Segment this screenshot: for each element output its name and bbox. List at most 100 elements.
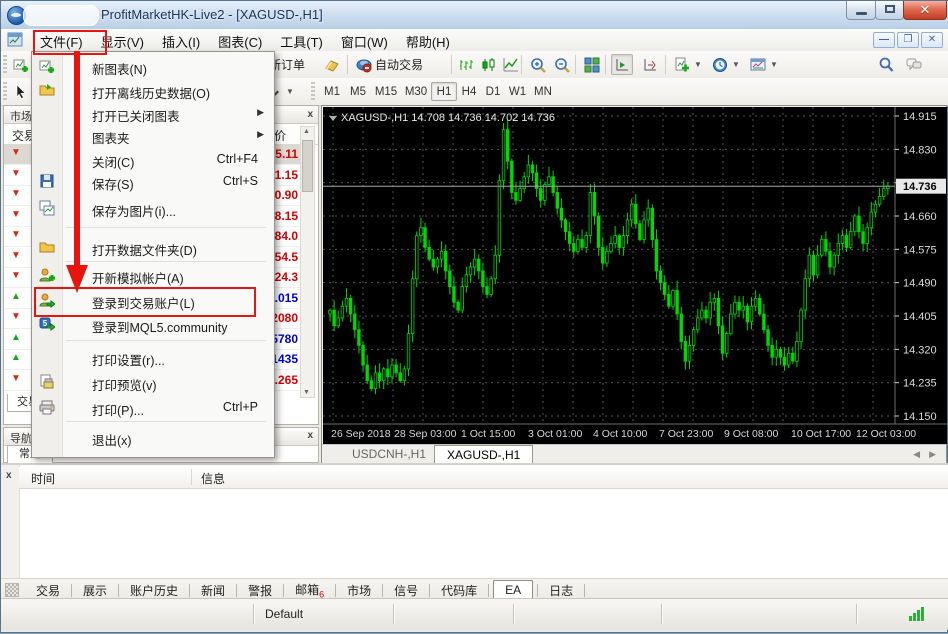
price-chart[interactable]: 14.91514.83014.74514.66014.57514.49014.4… xyxy=(323,107,947,449)
svg-text:9 Oct 08:00: 9 Oct 08:00 xyxy=(724,428,778,440)
auto-trading-button[interactable]: 自动交易 xyxy=(353,54,426,75)
templates-button[interactable]: ▼ xyxy=(747,54,781,75)
print-preview-icon xyxy=(39,374,55,390)
svg-text:14.490: 14.490 xyxy=(903,278,937,290)
zoom-in-icon[interactable] xyxy=(527,54,549,75)
terminal-tab-ea-active[interactable]: EA xyxy=(493,580,533,600)
arrow-up-icon: ▲ xyxy=(11,332,21,343)
zoom-out-icon[interactable] xyxy=(551,54,573,75)
svg-text:XAGUSD-,H1 14.708 14.736 14.70: XAGUSD-,H1 14.708 14.736 14.702 14.736 xyxy=(341,112,555,124)
market-watch-close-icon[interactable]: x xyxy=(307,109,313,120)
svg-text:1 Oct 15:00: 1 Oct 15:00 xyxy=(461,428,515,440)
folder-open-icon xyxy=(39,82,55,98)
svg-text:10 Oct 17:00: 10 Oct 17:00 xyxy=(791,428,851,440)
periods-button[interactable]: ▼ xyxy=(709,54,743,75)
chart-tab-xagusd[interactable]: XAGUSD-,H1 xyxy=(434,445,533,463)
print-icon xyxy=(39,399,55,415)
timeframe-w1[interactable]: W1 xyxy=(505,82,530,101)
market-watch-scrollbar[interactable]: ▲ ▼ xyxy=(300,126,315,398)
svg-text:12 Oct 03:00: 12 Oct 03:00 xyxy=(856,428,916,440)
arrow-down-icon: ▼ xyxy=(11,311,21,322)
bid-price: 1435 xyxy=(271,352,298,366)
chat-icon[interactable] xyxy=(903,54,925,75)
file-menu-item-13[interactable]: 打印(P)...Ctrl+P xyxy=(32,396,274,419)
title-bar: ProfitMarketHK-Live2 - [XAGUSD-,H1] ✕ xyxy=(1,1,948,30)
status-bar: Default xyxy=(1,598,948,630)
svg-text:14.830: 14.830 xyxy=(903,144,937,156)
folder-icon xyxy=(39,239,55,255)
arrow-down-icon: ▼ xyxy=(11,373,21,384)
svg-text:3 Oct 01:00: 3 Oct 01:00 xyxy=(528,428,582,440)
terminal-panel: x 时间 信息 交易展示账户历史新闻警报邮箱6市场信号代码库EA日志 xyxy=(1,463,948,598)
timeframe-m15[interactable]: M15 xyxy=(371,82,401,101)
arrow-down-icon: ▼ xyxy=(11,188,21,199)
svg-text:14.575: 14.575 xyxy=(903,244,937,256)
arrow-down-icon: ▼ xyxy=(11,209,21,220)
quick-launch-area xyxy=(23,5,99,26)
window-frame-bottom xyxy=(1,629,948,634)
svg-text:14.320: 14.320 xyxy=(903,344,937,356)
arrow-up-icon: ▲ xyxy=(11,291,21,302)
connection-status-icon xyxy=(909,607,927,621)
child-minimize-button[interactable]: — xyxy=(873,32,895,48)
chart-window-icon xyxy=(7,32,24,48)
timeframe-h1[interactable]: H1 xyxy=(431,82,457,101)
svg-text:26 Sep 2018: 26 Sep 2018 xyxy=(331,428,391,440)
arrow-down-icon: ▼ xyxy=(11,229,21,240)
chart-shift-icon[interactable] xyxy=(611,54,633,75)
search-icon[interactable] xyxy=(875,54,897,75)
svg-text:28 Sep 03:00: 28 Sep 03:00 xyxy=(394,428,457,440)
message-column-header[interactable]: 信息 xyxy=(201,470,225,487)
new-chart-icon xyxy=(39,58,55,74)
minimize-button[interactable] xyxy=(846,1,876,20)
submenu-arrow-icon: ▶ xyxy=(257,107,264,118)
candlestick-chart-icon[interactable] xyxy=(478,54,500,75)
tile-windows-icon[interactable] xyxy=(581,54,603,75)
file-menu-item-14[interactable]: 退出(x) xyxy=(32,426,274,449)
timeframe-mn[interactable]: MN xyxy=(530,82,556,101)
save-icon xyxy=(39,173,55,189)
timeframe-m1[interactable]: M1 xyxy=(319,82,345,101)
annotation-arrow xyxy=(59,51,99,296)
maximize-button[interactable] xyxy=(875,1,904,20)
navigator-close-icon[interactable]: x xyxy=(307,430,313,441)
time-column-header[interactable]: 时间 xyxy=(31,470,55,487)
arrow-down-icon: ▼ xyxy=(11,270,21,281)
timeframe-h4[interactable]: H4 xyxy=(457,82,481,101)
svg-text:14.915: 14.915 xyxy=(903,111,937,123)
svg-text:14.405: 14.405 xyxy=(903,311,937,323)
history-center-icon[interactable] xyxy=(321,54,343,75)
file-menu-item-11[interactable]: 打印设置(r)... xyxy=(32,346,274,369)
chart-tabs-scroll-right-icon[interactable]: ▶ xyxy=(929,449,936,460)
svg-text:14.660: 14.660 xyxy=(903,211,937,223)
window-title: ProfitMarketHK-Live2 - [XAGUSD-,H1] xyxy=(101,7,323,22)
arrow-up-icon: ▲ xyxy=(11,352,21,363)
close-button[interactable]: ✕ xyxy=(903,1,947,20)
chart-tab-usdcnh[interactable]: USDCNH-,H1 xyxy=(340,445,438,463)
arrow-down-icon: ▼ xyxy=(11,168,21,179)
profiles-icon[interactable] xyxy=(10,54,32,75)
chart-autoscroll-icon[interactable] xyxy=(639,54,661,75)
svg-text:7 Oct 23:00: 7 Oct 23:00 xyxy=(659,428,713,440)
terminal-close-icon[interactable]: x xyxy=(6,470,12,481)
timeframe-d1[interactable]: D1 xyxy=(481,82,505,101)
terminal-grip-icon xyxy=(5,583,19,597)
application-window: ProfitMarketHK-Live2 - [XAGUSD-,H1] ✕ 文件… xyxy=(0,0,948,633)
line-chart-icon[interactable] xyxy=(500,54,522,75)
timeframe-m5[interactable]: M5 xyxy=(345,82,371,101)
arrow-down-icon: ▼ xyxy=(11,250,21,261)
child-restore-button[interactable]: ❐ xyxy=(897,32,919,48)
profile-selector[interactable]: Default xyxy=(265,607,303,621)
mql5-icon: 5 xyxy=(39,316,55,332)
file-menu-item-12[interactable]: 打印预览(v) xyxy=(32,371,274,394)
menu-bar: 文件(F)显示(V)插入(I)图表(C)工具(T)窗口(W)帮助(H) — ❐ … xyxy=(1,29,948,52)
bar-chart-icon[interactable] xyxy=(456,54,478,75)
submenu-arrow-icon: ▶ xyxy=(257,129,264,140)
chart-tab-bar: ◀ ▶ USDCNH-,H1XAGUSD-,H1 xyxy=(322,444,946,464)
chart-window: 14.91514.83014.74514.66014.57514.49014.4… xyxy=(321,105,947,463)
timeframe-m30[interactable]: M30 xyxy=(401,82,431,101)
chart-tabs-scroll-left-icon[interactable]: ◀ xyxy=(913,449,920,460)
cursor-icon[interactable] xyxy=(10,81,32,102)
child-close-button[interactable]: ✕ xyxy=(921,32,943,48)
indicators-button[interactable]: ▼ xyxy=(671,54,705,75)
